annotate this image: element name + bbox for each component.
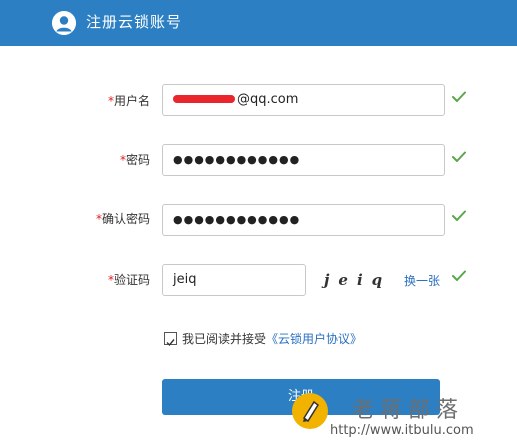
agree-text: 我已阅读并接受《云锁用户协议》 (182, 332, 363, 346)
password-label: *密码 (120, 153, 151, 167)
captcha-label: *验证码 (108, 273, 151, 287)
watermark-title: 老蒋部落 (352, 398, 465, 423)
captcha-input[interactable]: jeiq (162, 264, 306, 296)
username-value: @qq.com (237, 92, 299, 107)
user-agreement-link[interactable]: 《云锁用户协议》 (266, 332, 362, 346)
checkmark-icon (166, 339, 175, 347)
page-header: 注册云锁账号 (0, 0, 517, 46)
confirm-password-label: *确认密码 (96, 212, 151, 226)
password-field[interactable]: ●●●●●●●●●●●● (162, 144, 445, 176)
valid-check-icon (452, 270, 466, 281)
username-label: *用户名 (108, 94, 151, 108)
captcha-image[interactable]: jeiq (324, 271, 391, 289)
page-title: 注册云锁账号 (86, 13, 183, 31)
valid-check-icon (452, 210, 466, 221)
username-field[interactable]: @qq.com (162, 84, 445, 116)
agree-checkbox[interactable] (164, 332, 177, 347)
valid-check-icon (452, 151, 466, 162)
user-icon (52, 11, 76, 35)
redacted-mark (173, 94, 235, 103)
confirm-password-field[interactable]: ●●●●●●●●●●●● (162, 204, 445, 236)
watermark-url: http://www.itbulu.com (330, 423, 474, 438)
valid-check-icon (452, 91, 466, 102)
refresh-captcha-link[interactable]: 换一张 (404, 272, 440, 289)
watermark-logo (292, 393, 328, 429)
